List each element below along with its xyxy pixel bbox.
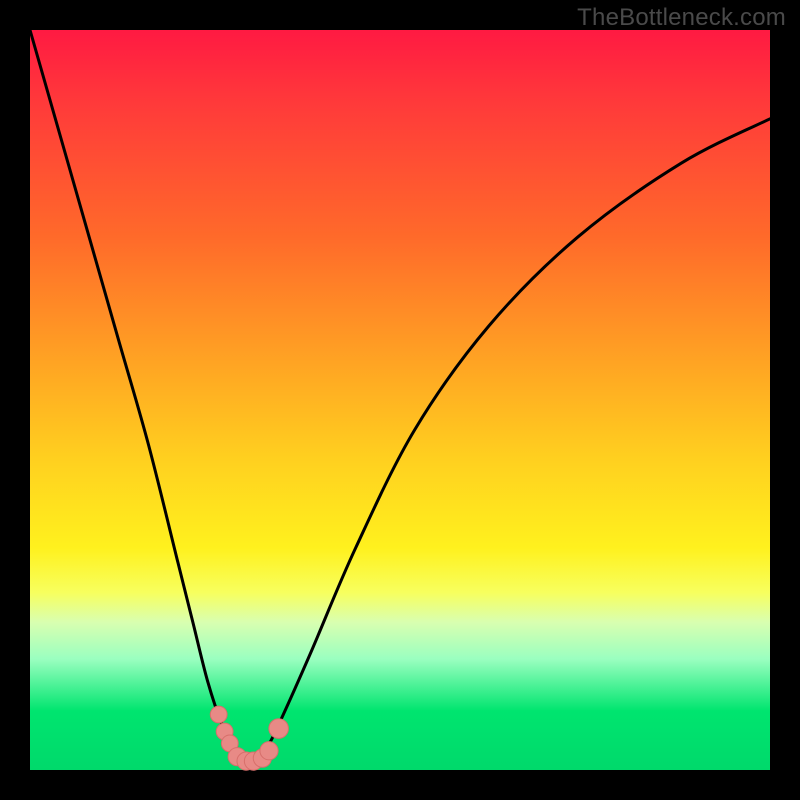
marker-layer [210,706,288,770]
chart-frame: TheBottleneck.com [0,0,800,800]
plot-area [30,30,770,770]
marker-left-cluster-top [210,706,227,723]
marker-right-cluster-gap [269,719,289,739]
curve-layer [30,30,770,770]
bottleneck-curve [30,30,770,764]
marker-right-cluster-low [260,742,278,760]
watermark-text: TheBottleneck.com [577,4,786,32]
